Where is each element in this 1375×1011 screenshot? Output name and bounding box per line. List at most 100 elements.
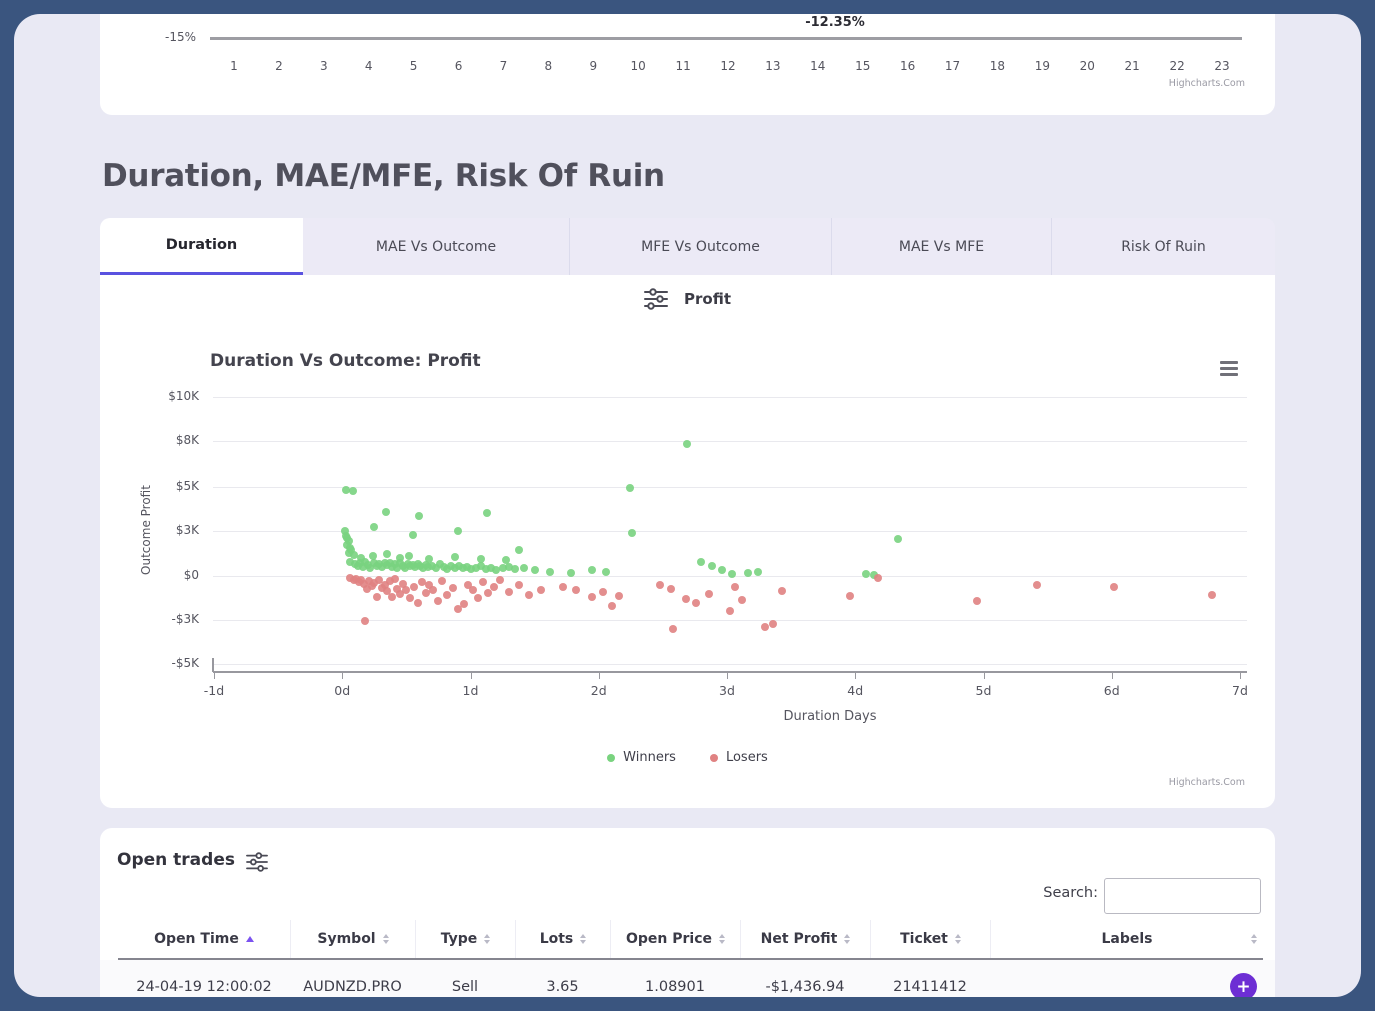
- column-header-label: Open Time: [154, 931, 239, 947]
- scatter-chart-card: Profit Duration Vs Outcome: Profit Outco…: [100, 275, 1275, 808]
- x-axis-tick: [599, 673, 600, 679]
- legend-label: Winners: [623, 750, 676, 765]
- column-header-labels[interactable]: Labels: [990, 920, 1263, 958]
- winners-point: [409, 531, 417, 539]
- x-axis-tick: [342, 673, 343, 679]
- column-header-lots[interactable]: Lots: [515, 920, 610, 958]
- sort-up-arrow: [580, 934, 586, 938]
- column-header-label: Labels: [1101, 931, 1152, 947]
- hamburger-menu-icon[interactable]: [1218, 359, 1248, 385]
- winners-point: [415, 512, 423, 520]
- top-chart-card: -12.35% -15% 123456789101112131415161718…: [100, 14, 1275, 115]
- column-header-open-price[interactable]: Open Price: [610, 920, 740, 958]
- losers-point: [1110, 583, 1118, 591]
- winners-point: [588, 566, 596, 574]
- winners-point: [477, 555, 485, 563]
- tab-mae-vs-mfe[interactable]: MAE Vs MFE: [832, 218, 1052, 275]
- winners-point: [483, 509, 491, 517]
- winners-point: [567, 569, 575, 577]
- sliders-filter-icon[interactable]: [644, 288, 668, 310]
- open-trades-card: Open trades Search: Open TimeSymbolTypeL…: [100, 828, 1275, 997]
- tab-duration[interactable]: Duration: [100, 218, 303, 275]
- x-axis-tick-label: 16: [893, 59, 923, 73]
- y-axis-tick-label: -$5K: [139, 656, 199, 670]
- losers-point: [429, 586, 437, 594]
- legend-item-losers[interactable]: Losers: [710, 750, 768, 765]
- sliders-filter-icon[interactable]: [246, 852, 268, 876]
- x-axis-tick-label: 4: [354, 59, 384, 73]
- sort-down-arrow: [383, 940, 389, 944]
- y-axis-tick-label: -$3K: [139, 612, 199, 626]
- x-axis-tick-label: 4d: [830, 683, 880, 698]
- losers-point: [874, 574, 882, 582]
- page-surface: -12.35% -15% 123456789101112131415161718…: [14, 14, 1361, 997]
- losers-point: [769, 620, 777, 628]
- x-axis-title: Duration Days: [630, 709, 1030, 724]
- losers-point: [414, 599, 422, 607]
- tab-mfe-vs-outcome[interactable]: MFE Vs Outcome: [570, 218, 832, 275]
- losers-point: [726, 607, 734, 615]
- column-header-open-time[interactable]: Open Time: [118, 920, 290, 958]
- losers-point: [778, 587, 786, 595]
- sort-icon: [580, 934, 586, 944]
- legend-marker: [607, 754, 615, 762]
- winners-point: [862, 570, 870, 578]
- column-header-ticket[interactable]: Ticket: [870, 920, 990, 958]
- losers-point: [588, 593, 596, 601]
- legend-item-winners[interactable]: Winners: [607, 750, 676, 765]
- table-cell: 21411412: [870, 960, 990, 997]
- x-axis-tick-label: 5: [399, 59, 429, 73]
- winners-point: [744, 569, 752, 577]
- winners-point: [383, 550, 391, 558]
- x-axis-tick: [1112, 673, 1113, 679]
- sort-up-arrow: [484, 934, 490, 938]
- sort-icon: [484, 934, 490, 944]
- chart-legend: Winners Losers: [100, 750, 1275, 765]
- add-label-button[interactable]: +: [1230, 973, 1257, 997]
- losers-point: [731, 583, 739, 591]
- highcharts-credit-link[interactable]: Highcharts.Com: [1145, 777, 1245, 788]
- y-axis-tick-label: $3K: [139, 523, 199, 537]
- column-header-label: Type: [441, 931, 478, 947]
- x-axis-tick-label: 18: [982, 59, 1012, 73]
- x-axis-tick-label: 5d: [959, 683, 1009, 698]
- winners-point: [370, 523, 378, 531]
- losers-point: [669, 625, 677, 633]
- x-axis-tick-label: 14: [803, 59, 833, 73]
- winners-point: [602, 568, 610, 576]
- losers-point: [438, 577, 446, 585]
- tab-risk-of-ruin[interactable]: Risk Of Ruin: [1052, 218, 1275, 275]
- tab-mae-vs-outcome[interactable]: MAE Vs Outcome: [303, 218, 570, 275]
- column-header-type[interactable]: Type: [415, 920, 515, 958]
- losers-point: [1208, 591, 1216, 599]
- x-axis-tick-label: 2d: [574, 683, 624, 698]
- highcharts-credit-link[interactable]: Highcharts.Com: [1145, 78, 1245, 89]
- losers-point: [667, 585, 675, 593]
- losers-point: [474, 594, 482, 602]
- column-header-net-profit[interactable]: Net Profit: [740, 920, 870, 958]
- bar-data-label: -12.35%: [635, 15, 1035, 30]
- winners-point: [405, 552, 413, 560]
- x-axis-tick-label: 12: [713, 59, 743, 73]
- x-axis-tick: [214, 673, 215, 679]
- winners-point: [754, 568, 762, 576]
- x-axis-tick-label: 3: [309, 59, 339, 73]
- losers-point: [572, 586, 580, 594]
- search-input[interactable]: [1104, 878, 1261, 914]
- losers-point: [410, 583, 418, 591]
- column-header-symbol[interactable]: Symbol: [290, 920, 415, 958]
- table-cell: Sell: [415, 960, 515, 997]
- chart-filter-bar: Profit: [100, 288, 1275, 310]
- winners-point: [349, 487, 357, 495]
- y-axis-tick-label: $5K: [139, 479, 199, 493]
- table-row[interactable]: 24-04-19 12:00:02AUDNZD.PROSell3.651.089…: [100, 960, 1275, 997]
- losers-point: [490, 583, 498, 591]
- sort-icon: [955, 934, 961, 944]
- losers-point: [559, 583, 567, 591]
- x-axis-tick-label: 2: [264, 59, 294, 73]
- x-axis-tick-label: 9: [578, 59, 608, 73]
- losers-point: [449, 584, 457, 592]
- losers-point: [469, 586, 477, 594]
- x-axis-tick-label: 17: [938, 59, 968, 73]
- sort-down-arrow: [580, 940, 586, 944]
